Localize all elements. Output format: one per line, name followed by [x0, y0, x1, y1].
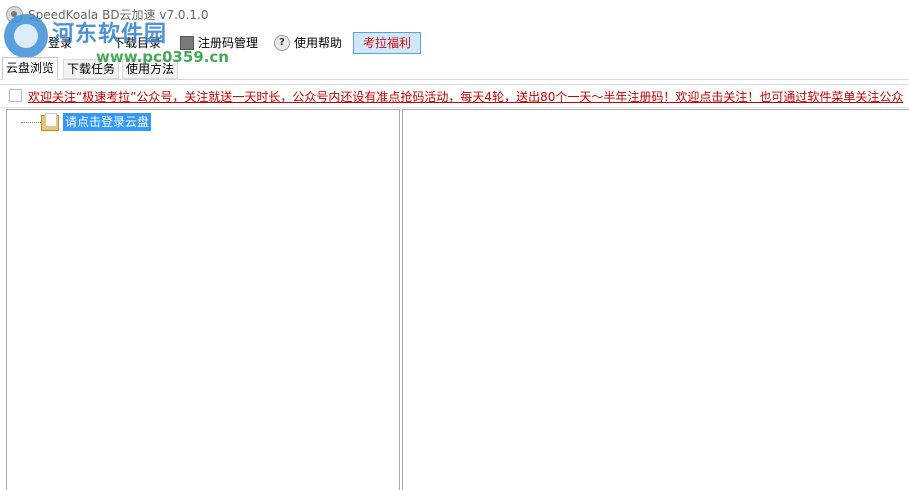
help-menu-item[interactable]: ? 使用帮助 — [274, 33, 342, 53]
cloud-tree-pane[interactable]: 请点击登录云盘 — [6, 109, 400, 490]
watermark-logo-icon — [4, 14, 48, 58]
help-label: 使用帮助 — [294, 36, 343, 50]
notice-link[interactable]: 欢迎关注“极速考拉”公众号，关注就送一天时长，公众号内还设有准点抢码活动，每天4… — [28, 88, 903, 105]
help-icon: ? — [274, 35, 290, 51]
cloud-folder-icon — [41, 113, 59, 131]
watermark-site-name: 河东软件园 — [52, 22, 168, 47]
watermark-url: www.pc0359.cn — [96, 48, 229, 66]
tree-connector — [21, 122, 41, 123]
notice-checkbox[interactable] — [9, 89, 22, 102]
fuli-button[interactable]: 考拉福利 — [353, 32, 421, 54]
tab-cloud-browse[interactable]: 云盘浏览 — [2, 57, 59, 80]
tree-root-item[interactable]: 请点击登录云盘 — [63, 113, 152, 131]
file-list-pane[interactable] — [402, 109, 909, 490]
notice-bar: 欢迎关注“极速考拉”公众号，关注就送一天时长，公众号内还设有准点抢码活动，每天4… — [0, 84, 909, 108]
